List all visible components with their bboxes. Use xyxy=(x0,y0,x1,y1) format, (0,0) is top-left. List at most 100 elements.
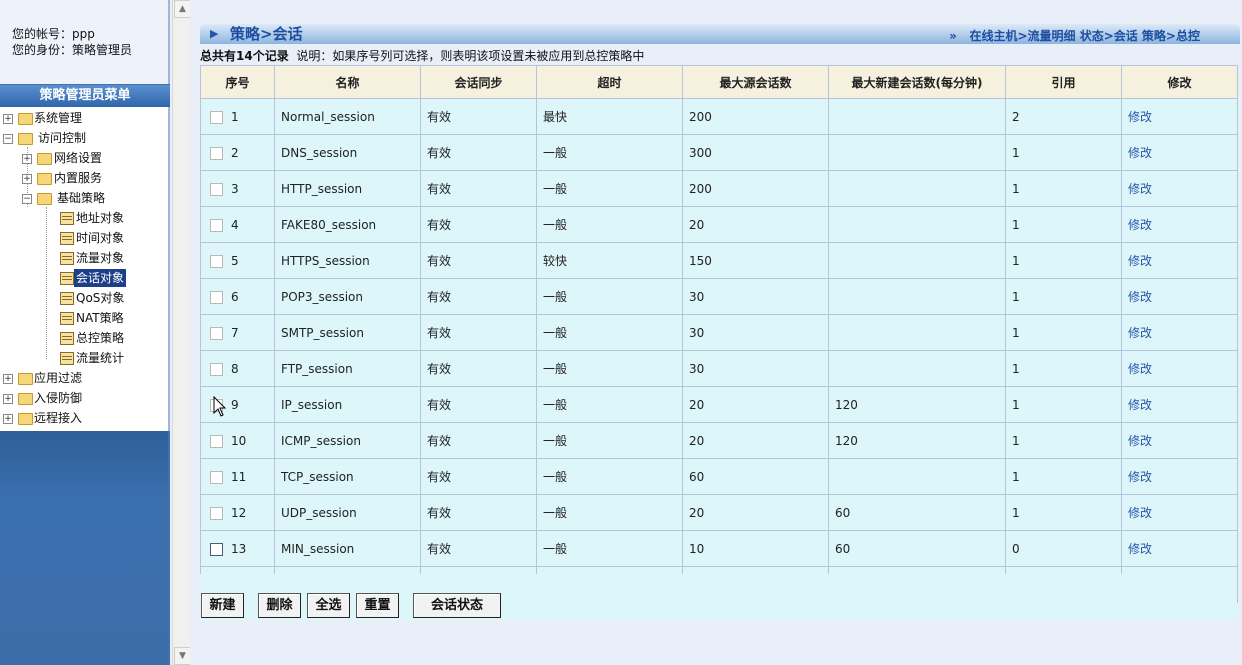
cell-edit: 修改 xyxy=(1121,134,1238,171)
row-checkbox[interactable] xyxy=(210,326,223,340)
cell-edit: 修改 xyxy=(1121,350,1238,387)
table-doc-icon xyxy=(60,232,74,245)
column-header: 超时 xyxy=(536,65,683,99)
row-checkbox[interactable] xyxy=(210,146,223,160)
edit-link[interactable]: 修改 xyxy=(1128,506,1152,520)
breadcrumb[interactable]: » 在线主机>流量明细 状态>会话 策略>总控 xyxy=(949,27,1200,44)
row-checkbox[interactable] xyxy=(210,470,223,484)
cell-sync: 有效 xyxy=(420,242,537,279)
edit-link[interactable]: 修改 xyxy=(1128,110,1152,124)
menu-tree: + 系统管理 − 访问控制 + 网络设置 + 内置服务 − 基础策略 地址对象 … xyxy=(0,107,170,431)
cell-name: ICMP_session xyxy=(274,422,421,459)
menu-item-label: 网络设置 xyxy=(54,151,103,165)
cell-max-src: 20 xyxy=(682,206,829,243)
menu-item-label: 时间对象 xyxy=(76,231,125,245)
role-label: 您的身份：策略管理员 xyxy=(12,43,133,57)
cell-max-new: 120 xyxy=(828,422,1006,459)
edit-link[interactable]: 修改 xyxy=(1128,254,1152,268)
edit-link[interactable]: 修改 xyxy=(1128,146,1152,160)
session-status-button[interactable]: 会话状态 xyxy=(413,593,501,618)
table-doc-icon xyxy=(60,212,74,225)
table-row: 4 FAKE80_session 有效 一般 20 1 修改 xyxy=(200,206,1238,243)
row-checkbox[interactable] xyxy=(210,362,223,376)
cell-name: TCP_session xyxy=(274,458,421,495)
column-header: 会话同步 xyxy=(420,65,537,99)
table-row: 2 DNS_session 有效 一般 300 1 修改 xyxy=(200,134,1238,171)
cell-max-src: 30 xyxy=(682,350,829,387)
table-doc-icon xyxy=(60,352,74,365)
reset-button[interactable]: 重置 xyxy=(356,593,399,618)
row-checkbox[interactable] xyxy=(210,254,223,268)
edit-link[interactable]: 修改 xyxy=(1128,434,1152,448)
cell-timeout: 一般 xyxy=(536,314,683,351)
cell-sync: 有效 xyxy=(420,314,537,351)
cell-timeout: 一般 xyxy=(536,350,683,387)
cell-max-new: 60 xyxy=(828,530,1006,567)
collapse-icon[interactable]: − xyxy=(3,134,13,144)
row-id: 12 xyxy=(231,505,247,520)
edit-link[interactable]: 修改 xyxy=(1128,182,1152,196)
scroll-down-icon[interactable]: ▼ xyxy=(174,647,191,665)
edit-link[interactable]: 修改 xyxy=(1128,398,1152,412)
table-doc-icon xyxy=(60,332,74,345)
scroll-up-icon[interactable]: ▲ xyxy=(174,0,191,18)
row-id: 4 xyxy=(231,217,239,232)
row-checkbox[interactable] xyxy=(210,542,223,556)
row-checkbox[interactable] xyxy=(210,506,223,520)
table-row: 1 Normal_session 有效 最快 200 2 修改 xyxy=(200,98,1238,135)
expand-icon[interactable]: + xyxy=(22,174,32,184)
table-row: 13 MIN_session 有效 一般 10 60 0 修改 xyxy=(200,530,1238,567)
row-checkbox[interactable] xyxy=(210,290,223,304)
cell-refs: 1 xyxy=(1005,134,1122,171)
cell-timeout: 一般 xyxy=(536,530,683,567)
title-arrow-icon: ▶ xyxy=(210,27,219,40)
cell-timeout: 最快 xyxy=(536,98,683,135)
cell-refs: 1 xyxy=(1005,278,1122,315)
edit-link[interactable]: 修改 xyxy=(1128,542,1152,556)
edit-link[interactable]: 修改 xyxy=(1128,218,1152,232)
row-id: 10 xyxy=(231,433,247,448)
expand-icon[interactable]: + xyxy=(3,414,13,424)
cell-max-new xyxy=(828,278,1006,315)
row-checkbox[interactable] xyxy=(210,110,223,124)
table-doc-icon xyxy=(60,292,74,305)
edit-link[interactable]: 修改 xyxy=(1128,290,1152,304)
menu-item-label: 基础策略 xyxy=(57,191,106,205)
row-checkbox[interactable] xyxy=(210,218,223,232)
expand-icon[interactable]: + xyxy=(22,154,32,164)
breadcrumb-links[interactable]: 在线主机>流量明细 状态>会话 策略>总控 xyxy=(969,29,1200,43)
folder-icon xyxy=(18,113,33,125)
cell-max-new xyxy=(828,206,1006,243)
delete-button[interactable]: 删除 xyxy=(258,593,301,618)
expand-icon[interactable]: + xyxy=(3,394,13,404)
new-button[interactable]: 新建 xyxy=(201,593,244,618)
cell-sync: 有效 xyxy=(420,206,537,243)
account-panel: 您的帐号：ppp 您的身份：策略管理员 xyxy=(0,0,170,84)
row-id: 1 xyxy=(231,109,239,124)
table-doc-icon xyxy=(60,252,74,265)
table-row: 5 HTTPS_session 有效 较快 150 1 修改 xyxy=(200,242,1238,279)
edit-link[interactable]: 修改 xyxy=(1128,362,1152,376)
vertical-scrollbar[interactable]: ▲ ▼ xyxy=(172,0,191,665)
table-row: 3 HTTP_session 有效 一般 200 1 修改 xyxy=(200,170,1238,207)
cell-timeout: 一般 xyxy=(536,494,683,531)
cell-max-src: 20 xyxy=(682,422,829,459)
cell-sync: 有效 xyxy=(420,458,537,495)
cell-edit: 修改 xyxy=(1121,314,1238,351)
expand-icon[interactable]: + xyxy=(3,114,13,124)
folder-icon xyxy=(37,173,52,185)
summary-note: 说明：如果序号列可选择，则表明该项设置未被应用到总控策略中 xyxy=(296,49,645,63)
edit-link[interactable]: 修改 xyxy=(1128,470,1152,484)
row-checkbox[interactable] xyxy=(210,182,223,196)
row-id-cell: 9 xyxy=(200,386,275,423)
cell-max-new: 120 xyxy=(828,386,1006,423)
cell-timeout: 一般 xyxy=(536,386,683,423)
edit-link[interactable]: 修改 xyxy=(1128,326,1152,340)
collapse-icon[interactable]: − xyxy=(22,194,32,204)
menu-item-label: 应用过滤 xyxy=(34,371,83,385)
expand-icon[interactable]: + xyxy=(3,374,13,384)
select-all-button[interactable]: 全选 xyxy=(307,593,350,618)
row-checkbox[interactable] xyxy=(210,434,223,448)
cell-max-src: 20 xyxy=(682,494,829,531)
cell-sync: 有效 xyxy=(420,170,537,207)
